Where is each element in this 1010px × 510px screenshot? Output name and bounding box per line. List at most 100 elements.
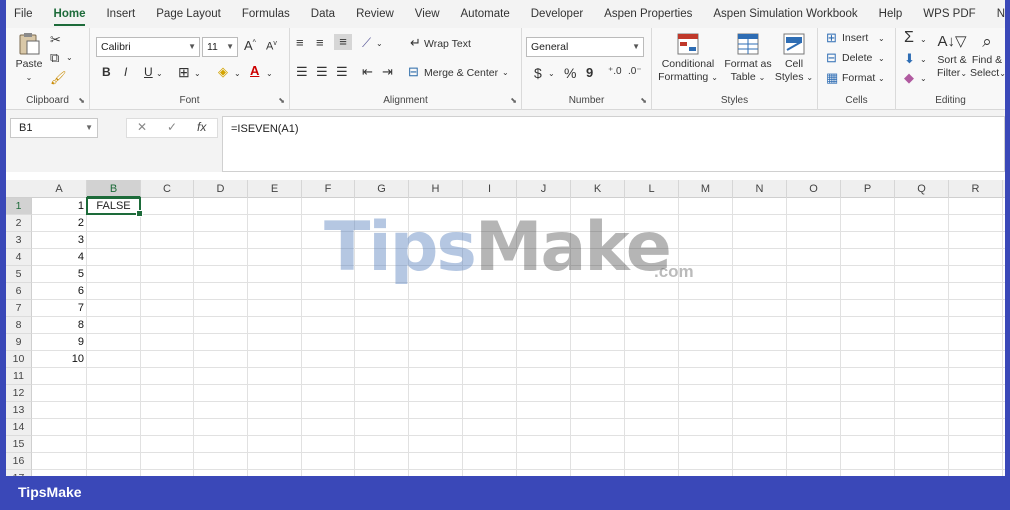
sort-filter-button[interactable]: A↓▽ Sort & Filter⌄ [934,30,970,80]
column-header-d[interactable]: D [194,180,248,198]
column-header-k[interactable]: K [571,180,625,198]
chevron-down-icon[interactable]: ⌄ [502,65,509,81]
cell-a10[interactable]: 10 [32,351,87,368]
borders-icon[interactable]: ⊞ [178,64,190,80]
enter-icon[interactable]: ✓ [167,120,177,134]
tab-aspen-simulation-workbook[interactable]: Aspen Simulation Workbook [713,0,857,28]
tab-page-layout[interactable]: Page Layout [156,0,221,28]
align-right-icon[interactable]: ☰ [336,64,348,80]
column-header-f[interactable]: F [302,180,355,198]
align-left-icon[interactable]: ☰ [296,64,308,80]
column-header-a[interactable]: A [32,180,87,198]
column-header-r[interactable]: R [949,180,1003,198]
align-center-icon[interactable]: ☰ [316,64,328,80]
bold-button[interactable]: B [102,65,111,79]
cell-a9[interactable]: 9 [32,334,87,351]
cell-a2[interactable]: 2 [32,215,87,232]
chevron-down-icon[interactable]: ⌄ [548,66,555,82]
insert-button[interactable]: Insert [842,32,868,44]
cell-a4[interactable]: 4 [32,249,87,266]
cell-a6[interactable]: 6 [32,283,87,300]
dialog-launcher-icon[interactable]: ⬊ [640,96,647,105]
row-header-5[interactable]: 5 [6,266,32,283]
cancel-icon[interactable]: ✕ [137,120,147,134]
row-header-4[interactable]: 4 [6,249,32,266]
tab-wps-pdf[interactable]: WPS PDF [923,0,975,28]
wrap-text-button[interactable]: Wrap Text [424,38,471,50]
cell-a1[interactable]: 1 [32,198,87,215]
chevron-down-icon[interactable]: ⌄ [194,66,201,82]
chevron-down-icon[interactable]: ⌄ [376,36,383,52]
tab-aspen-properties[interactable]: Aspen Properties [604,0,692,28]
row-header-8[interactable]: 8 [6,317,32,334]
cell-a7[interactable]: 7 [32,300,87,317]
increase-indent-icon[interactable]: ⇥ [382,64,393,80]
row-header-12[interactable]: 12 [6,385,32,402]
cell-a3[interactable]: 3 [32,232,87,249]
column-header-b[interactable]: B [87,180,141,198]
chevron-down-icon[interactable]: ⌄ [878,51,885,67]
tab-data[interactable]: Data [311,0,335,28]
merge-center-button[interactable]: Merge & Center [424,67,498,79]
tab-help[interactable]: Help [879,0,903,28]
find-select-button[interactable]: ⌕ Find & Select⌄ [970,30,1005,80]
column-header-c[interactable]: C [141,180,194,198]
row-header-17[interactable]: 17 [6,470,32,476]
comma-button[interactable]: 9 [586,65,593,80]
row-header-14[interactable]: 14 [6,419,32,436]
column-header-g[interactable]: G [355,180,409,198]
chevron-down-icon[interactable]: ⌄ [878,71,885,87]
column-header-h[interactable]: H [409,180,463,198]
tab-automate[interactable]: Automate [461,0,510,28]
column-header-j[interactable]: J [517,180,571,198]
column-header-p[interactable]: P [841,180,895,198]
tab-formulas[interactable]: Formulas [242,0,290,28]
dialog-launcher-icon[interactable]: ⬊ [78,96,85,105]
chevron-down-icon[interactable]: ⌄ [234,66,241,82]
format-cells-icon[interactable]: ▦ [826,70,838,86]
chevron-down-icon[interactable]: ⌄ [156,66,163,82]
merge-center-icon[interactable]: ⊟ [408,64,419,80]
tab-view[interactable]: View [415,0,440,28]
tab-file[interactable]: File [14,0,33,28]
format-painter-icon[interactable]: 🖌 [50,70,67,86]
percent-button[interactable]: % [564,65,576,81]
paste-button[interactable]: Paste ⌄ [12,32,46,84]
wrap-text-icon[interactable]: ↵ [410,35,421,51]
cell-a8[interactable]: 8 [32,317,87,334]
cell-styles-button[interactable]: Cell Styles ⌄ [774,32,814,84]
cell-a5[interactable]: 5 [32,266,87,283]
row-header-15[interactable]: 15 [6,436,32,453]
insert-function-icon[interactable]: fx [197,120,206,134]
decrease-indent-icon[interactable]: ⇤ [362,64,373,80]
italic-button[interactable]: I [124,65,127,79]
tab-developer[interactable]: Developer [531,0,583,28]
column-header-o[interactable]: O [787,180,841,198]
shrink-font-button[interactable]: Av [266,40,277,53]
row-header-10[interactable]: 10 [6,351,32,368]
cut-icon[interactable]: ✂ [50,32,61,48]
increase-decimal-icon[interactable]: ⁺.0 [608,64,622,80]
grow-font-button[interactable]: A^ [244,38,256,53]
font-size-select[interactable]: 11 ▼ [202,37,238,57]
align-top-icon[interactable]: ≡ [296,35,304,51]
format-as-table-button[interactable]: Format as Table ⌄ [722,32,774,84]
chevron-down-icon[interactable]: ⌄ [66,50,73,66]
font-name-select[interactable]: Calibri ▼ [96,37,200,57]
chevron-down-icon[interactable]: ⌄ [266,66,273,82]
autosum-icon[interactable]: Σ [904,30,914,46]
column-header-e[interactable]: E [248,180,302,198]
row-header-13[interactable]: 13 [6,402,32,419]
worksheet-grid[interactable]: ABCDEFGHIJKLMNOPQR 1 2 3 4 5 6 7 8 9 10 11 12 13 14 15… [6,172,1005,476]
chevron-down-icon[interactable]: ⌄ [878,31,885,47]
format-button[interactable]: Format [842,72,875,84]
insert-cells-icon[interactable]: ⊞ [826,30,837,46]
underline-button[interactable]: U [144,65,153,79]
column-header-n[interactable]: N [733,180,787,198]
row-header-3[interactable]: 3 [6,232,32,249]
chevron-down-icon[interactable]: ⌄ [920,52,927,68]
dialog-launcher-icon[interactable]: ⬊ [278,96,285,105]
tab-home[interactable]: Home [53,0,85,28]
name-box[interactable]: B1 ▼ [10,118,98,138]
font-color-icon[interactable]: A [250,63,259,79]
